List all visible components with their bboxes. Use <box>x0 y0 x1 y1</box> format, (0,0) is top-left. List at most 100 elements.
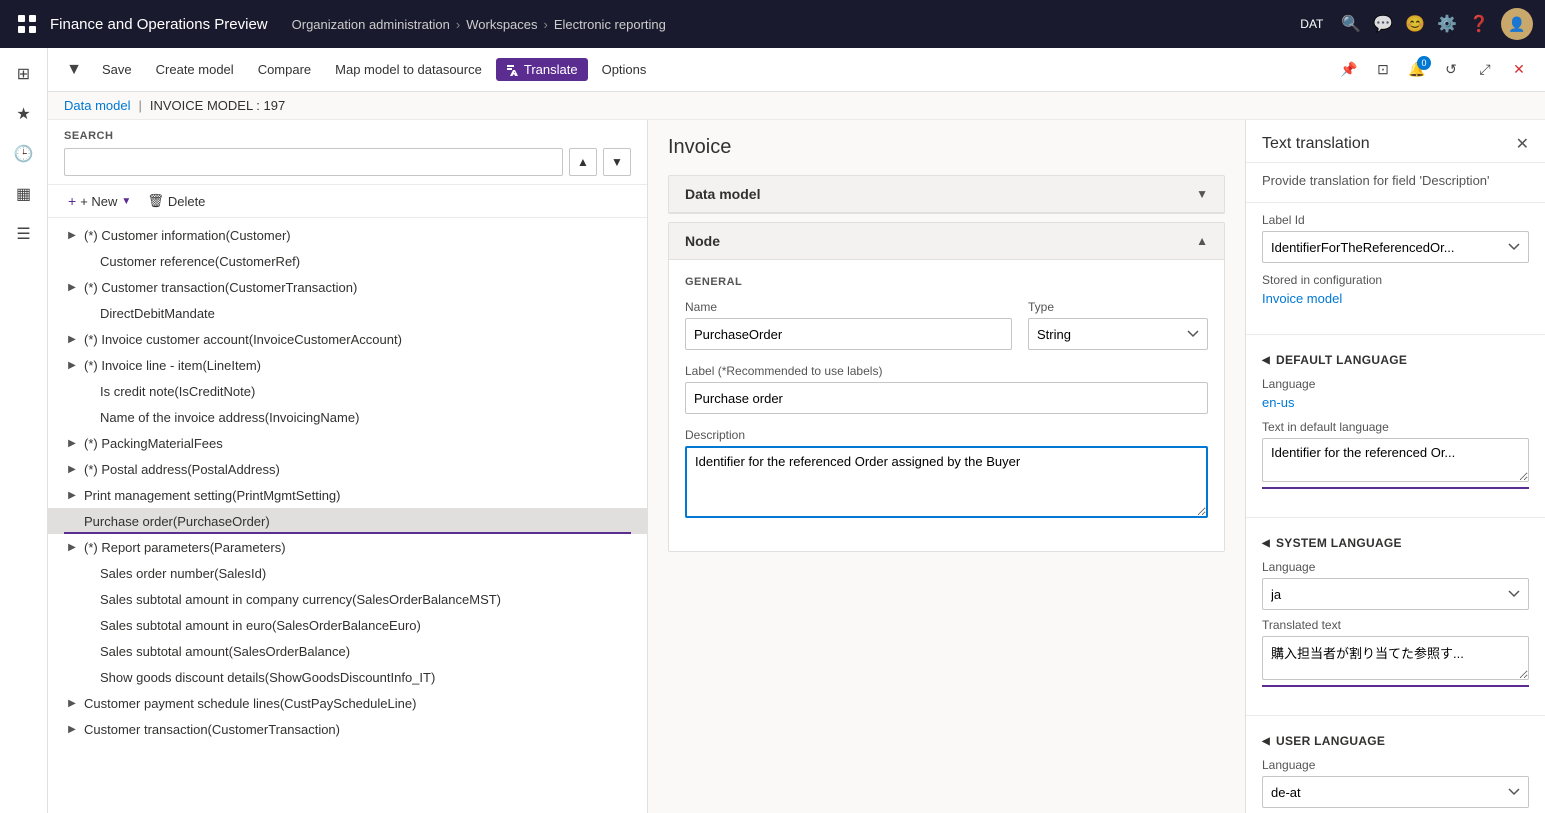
description-label: Description <box>685 428 1208 442</box>
chat-icon[interactable]: 💬 <box>1373 14 1393 34</box>
user-language-title: USER LANGUAGE <box>1276 734 1385 748</box>
tree-item-label-0: (*) Customer information(Customer) <box>84 228 291 243</box>
user-avatar[interactable]: 👤 <box>1501 8 1533 40</box>
divider-2 <box>1246 517 1545 518</box>
tree-item-0[interactable]: ▶ (*) Customer information(Customer) <box>48 222 647 248</box>
system-translated-input[interactable]: 購入担当者が割り当てた参照す... <box>1262 636 1529 680</box>
default-language-header[interactable]: ◀ DEFAULT LANGUAGE <box>1262 353 1529 367</box>
expand-icon-3 <box>80 305 96 321</box>
tree-item-label-15: Sales subtotal amount in euro(SalesOrder… <box>100 618 421 633</box>
node-accordion-header[interactable]: Node ▲ <box>669 223 1224 260</box>
user-lang-select[interactable]: de-at <box>1262 776 1529 808</box>
node-accordion: Node ▲ GENERAL Name Type <box>668 222 1225 552</box>
tree-item-label-11: Purchase order(PurchaseOrder) <box>84 514 270 529</box>
tree-item-13[interactable]: Sales order number(SalesId) <box>64 560 647 586</box>
default-underline <box>1262 487 1529 489</box>
nav-electronic-reporting[interactable]: Electronic reporting <box>554 17 666 32</box>
tree-item-17[interactable]: Show goods discount details(ShowGoodsDis… <box>64 664 647 690</box>
translate-button-toolbar[interactable]: Translate <box>496 58 588 81</box>
create-model-button[interactable]: Create model <box>146 58 244 81</box>
search-nav-icon[interactable]: 🔍 <box>1341 14 1361 34</box>
compare-button[interactable]: Compare <box>248 58 321 81</box>
tree-item-6[interactable]: Is credit note(IsCreditNote) <box>64 378 647 404</box>
expand-icon-12: ▶ <box>64 539 80 555</box>
tree-item-14[interactable]: Sales subtotal amount in company currenc… <box>64 586 647 612</box>
tree-item-label-17: Show goods discount details(ShowGoodsDis… <box>100 670 435 685</box>
sidebar-star-icon[interactable]: ★ <box>6 96 42 132</box>
description-textarea[interactable]: Identifier for the referenced Order assi… <box>685 446 1208 518</box>
tree-item-9[interactable]: ▶ (*) Postal address(PostalAddress) <box>48 456 647 482</box>
type-select[interactable]: String <box>1028 318 1208 350</box>
options-button[interactable]: Options <box>592 58 657 81</box>
translation-panel-close-icon[interactable]: ✕ <box>1516 134 1529 154</box>
search-down-btn[interactable]: ▼ <box>603 148 631 176</box>
tree-item-3[interactable]: DirectDebitMandate <box>64 300 647 326</box>
toolbar-filter-icon[interactable]: ▼ <box>60 56 88 84</box>
tree-item-15[interactable]: Sales subtotal amount in euro(SalesOrder… <box>64 612 647 638</box>
expand-icon-14 <box>80 591 96 607</box>
pin-icon[interactable]: 📌 <box>1335 56 1363 84</box>
label-id-select[interactable]: IdentifierForTheReferencedOr... <box>1262 231 1529 263</box>
tree-item-11[interactable]: Purchase order(PurchaseOrder) <box>48 508 647 534</box>
name-input[interactable] <box>685 318 1012 350</box>
map-datasource-button[interactable]: Map model to datasource <box>325 58 492 81</box>
tree-item-2[interactable]: ▶ (*) Customer transaction(CustomerTrans… <box>48 274 647 300</box>
delete-button[interactable]: 🗑 Delete <box>143 191 209 211</box>
tree-list: ▶ (*) Customer information(Customer) Cus… <box>48 218 647 813</box>
add-delete-row: + + New ▼ 🗑 Delete <box>48 185 647 218</box>
breadcrumb-data-model[interactable]: Data model <box>64 98 130 113</box>
stored-in-label: Stored in configuration <box>1262 273 1529 287</box>
expand-icon-10: ▶ <box>64 487 80 503</box>
system-lang-select[interactable]: ja <box>1262 578 1529 610</box>
tree-item-10[interactable]: ▶ Print management setting(PrintMgmtSett… <box>48 482 647 508</box>
tree-item-19[interactable]: ▶ Customer transaction(CustomerTransacti… <box>48 716 647 742</box>
sidebar-grid-icon[interactable]: ▦ <box>6 176 42 212</box>
nav-breadcrumb: Organization administration › Workspaces… <box>292 17 666 32</box>
divider-1 <box>1246 334 1545 335</box>
tree-item-label-18: Customer payment schedule lines(CustPayS… <box>84 696 416 711</box>
system-language-section: ◀ SYSTEM LANGUAGE Language ja Translated… <box>1246 526 1545 707</box>
stored-in-value: Invoice model <box>1262 291 1529 306</box>
nav-sep-1: › <box>456 17 460 32</box>
tree-item-5[interactable]: ▶ (*) Invoice line - item(LineItem) <box>48 352 647 378</box>
user-language-header[interactable]: ◀ USER LANGUAGE <box>1262 734 1529 748</box>
sidebar-home-icon[interactable]: ⊞ <box>6 56 42 92</box>
tree-item-label-6: Is credit note(IsCreditNote) <box>100 384 255 399</box>
tree-item-8[interactable]: ▶ (*) PackingMaterialFees <box>48 430 647 456</box>
tree-item-12[interactable]: ▶ (*) Report parameters(Parameters) <box>48 534 647 560</box>
expand-icon-2: ▶ <box>64 279 80 295</box>
tree-item-4[interactable]: ▶ (*) Invoice customer account(InvoiceCu… <box>48 326 647 352</box>
popout-icon[interactable]: ⤢ <box>1471 56 1499 84</box>
label-field-input[interactable] <box>685 382 1208 414</box>
tree-item-16[interactable]: Sales subtotal amount(SalesOrderBalance) <box>64 638 647 664</box>
emoji-icon[interactable]: 😊 <box>1405 14 1425 34</box>
default-collapse-icon: ◀ <box>1262 355 1270 366</box>
user-collapse-icon: ◀ <box>1262 736 1270 747</box>
expand-icon[interactable]: ⊡ <box>1369 56 1397 84</box>
nav-workspaces[interactable]: Workspaces <box>466 17 537 32</box>
split-layout: SEARCH ▲ ▼ + + New ▼ 🗑 <box>48 120 1545 813</box>
expand-icon-1 <box>80 253 96 269</box>
search-up-btn[interactable]: ▲ <box>569 148 597 176</box>
tree-item-18[interactable]: ▶ Customer payment schedule lines(CustPa… <box>48 690 647 716</box>
tree-item-7[interactable]: Name of the invoice address(InvoicingNam… <box>64 404 647 430</box>
save-button[interactable]: Save <box>92 58 142 81</box>
text-in-default-input[interactable]: Identifier for the referenced Or... <box>1262 438 1529 482</box>
close-toolbar-icon[interactable]: ✕ <box>1505 56 1533 84</box>
system-language-header[interactable]: ◀ SYSTEM LANGUAGE <box>1262 536 1529 550</box>
data-model-accordion-header[interactable]: Data model ▼ <box>669 176 1224 213</box>
tree-item-label-12: (*) Report parameters(Parameters) <box>84 540 286 555</box>
sidebar-recent-icon[interactable]: 🕒 <box>6 136 42 172</box>
help-icon[interactable]: ❓ <box>1469 14 1489 34</box>
tree-item-1[interactable]: Customer reference(CustomerRef) <box>64 248 647 274</box>
add-new-button[interactable]: + + New ▼ <box>64 191 135 211</box>
nav-org-admin[interactable]: Organization administration <box>292 17 450 32</box>
notification-icon[interactable]: 🔔 <box>1403 56 1431 84</box>
translation-panel-title: Text translation <box>1262 135 1370 153</box>
settings-icon[interactable]: ⚙️ <box>1437 14 1457 34</box>
apps-menu-icon[interactable] <box>12 9 42 39</box>
node-accordion-body: GENERAL Name Type String <box>669 260 1224 551</box>
sidebar-list-icon[interactable]: ☰ <box>6 216 42 252</box>
search-input[interactable] <box>64 148 563 176</box>
refresh-icon[interactable]: ↺ <box>1437 56 1465 84</box>
